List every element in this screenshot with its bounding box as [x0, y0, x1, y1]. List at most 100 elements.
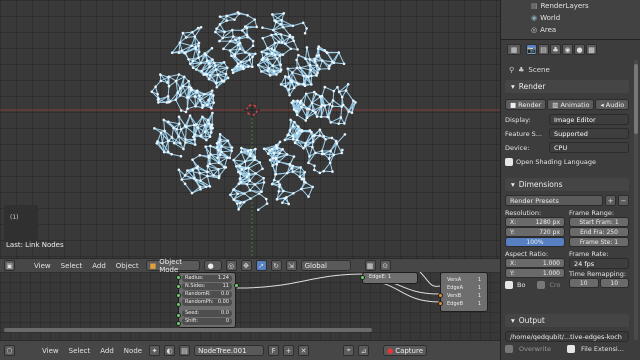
editor-type-icon[interactable]: ⬡: [4, 345, 15, 356]
properties-menu-icon[interactable]: ▦: [507, 44, 521, 55]
frame-rate-dropdown[interactable]: 24 fps: [569, 258, 629, 269]
shader-icon[interactable]: ◐: [164, 345, 176, 356]
menu-view[interactable]: View: [39, 347, 62, 355]
node-socket[interactable]: [176, 321, 181, 326]
node-editor[interactable]: Radius: 1.24 N.Sides: 11 RandomR: 0.0 Rando…: [0, 272, 500, 340]
file-extension-checkbox[interactable]: [566, 345, 575, 353]
translate-icon[interactable]: ↗: [255, 260, 267, 271]
node-field[interactable]: EdgeA 1: [444, 285, 484, 292]
node-field[interactable]: Seed: 0.0: [182, 310, 232, 317]
node-field[interactable]: EdgeE: 1: [366, 274, 414, 281]
frame-start-field[interactable]: Start Fram: 1: [569, 217, 629, 227]
node-editor-hscroll[interactable]: [4, 328, 372, 332]
node-field[interactable]: N.Sides: 11: [182, 283, 232, 290]
frame-end-field[interactable]: End Fra: 250: [569, 227, 629, 237]
aspect-y-field[interactable]: Y: 1.000: [505, 268, 565, 278]
new-tree-icon[interactable]: +: [283, 345, 295, 356]
node-field[interactable]: EdgeB 1: [444, 301, 484, 308]
node-socket[interactable]: [234, 283, 239, 288]
remap-old-field[interactable]: 10: [569, 278, 599, 288]
orientation-dropdown[interactable]: Global: [300, 260, 351, 271]
border-checkbox[interactable]: [505, 281, 513, 289]
output-panel-header[interactable]: ▾ Output: [505, 314, 629, 327]
node-socket[interactable]: [438, 293, 443, 298]
node-field[interactable]: Shift: 0: [182, 318, 232, 325]
node-socket[interactable]: [176, 302, 181, 307]
pin-icon[interactable]: ⚲: [509, 66, 514, 74]
render-button[interactable]: ■ Render: [505, 99, 547, 110]
menu-object[interactable]: Object: [113, 262, 142, 270]
feature-set-dropdown[interactable]: Supported: [549, 128, 629, 139]
overwrite-checkbox[interactable]: [505, 345, 513, 353]
menu-select[interactable]: Select: [66, 347, 94, 355]
animation-button[interactable]: ▥ Animatio: [547, 99, 595, 110]
pin-icon[interactable]: ⊿: [358, 345, 370, 356]
node-socket[interactable]: [438, 301, 443, 306]
layers-icon[interactable]: ▦: [364, 260, 376, 271]
device-dropdown[interactable]: CPU: [549, 142, 629, 153]
texture-icon[interactable]: ▤: [179, 345, 191, 356]
scale-icon[interactable]: ⇲: [285, 260, 297, 271]
node-tree-icon[interactable]: ✦: [149, 345, 161, 356]
resolution-percent-slider[interactable]: 100%: [505, 237, 565, 247]
resolution-x-field[interactable]: X: 1280 px: [505, 217, 565, 227]
viewport-shading-dropdown[interactable]: ●: [203, 260, 222, 271]
node-socket[interactable]: [176, 275, 181, 280]
close-icon[interactable]: ✕: [298, 345, 310, 356]
texture-tab-icon[interactable]: ▩: [586, 44, 597, 55]
menu-add[interactable]: Add: [97, 347, 117, 355]
outliner[interactable]: ▤ RenderLayers ◉ World ◎ Area: [501, 0, 640, 40]
world-tab-icon[interactable]: ◉: [562, 44, 573, 55]
node-output[interactable]: VersA 1 EdgeA 1 VersB 1 EdgeB 1: [438, 272, 488, 312]
last-operator-label[interactable]: Last: Link Nodes: [6, 241, 64, 249]
node-field[interactable]: VersB 1: [444, 293, 484, 300]
menu-node[interactable]: Node: [121, 347, 145, 355]
node-edge[interactable]: EdgeE: 1: [360, 272, 418, 284]
node-field[interactable]: RandomPh: 0.00: [182, 299, 232, 306]
scene-tab-icon[interactable]: ♣: [550, 44, 561, 55]
render-tab-icon[interactable]: 📷: [526, 44, 537, 55]
render-panel-header[interactable]: ▾ Render: [505, 80, 629, 93]
crop-checkbox[interactable]: [537, 281, 546, 289]
aspect-x-field[interactable]: X: 1.000: [505, 258, 565, 268]
remove-preset-icon[interactable]: −: [618, 195, 629, 206]
outliner-item[interactable]: ◉ World: [531, 13, 560, 23]
resolution-y-field[interactable]: Y: 720 px: [505, 227, 565, 237]
snap-icon[interactable]: ⌖: [343, 345, 355, 356]
outliner-item[interactable]: ◎ Area: [531, 25, 556, 35]
editor-type-icon[interactable]: ▣: [4, 260, 15, 271]
menu-view[interactable]: View: [31, 262, 54, 270]
properties-scrollbar[interactable]: [634, 60, 638, 340]
capture-button[interactable]: ● Capture: [383, 345, 428, 356]
node-tree-name[interactable]: NodeTree.001: [194, 345, 265, 356]
object-tab-icon[interactable]: ●: [574, 44, 585, 55]
node-socket[interactable]: [176, 313, 181, 318]
lock-icon[interactable]: ⊙: [379, 260, 391, 271]
node-field[interactable]: RandomR: 0.0: [182, 291, 232, 298]
fake-user-icon[interactable]: F: [268, 345, 280, 356]
dimensions-panel-header[interactable]: ▾ Dimensions: [505, 178, 629, 191]
pivot-icon[interactable]: ◎: [225, 260, 237, 271]
node-socket[interactable]: [360, 275, 365, 280]
node-socket[interactable]: [176, 284, 181, 289]
audio-button[interactable]: ◂ Audio: [595, 99, 630, 110]
osl-checkbox[interactable]: [505, 158, 513, 166]
menu-select[interactable]: Select: [58, 262, 86, 270]
output-path-field[interactable]: /home/qedqubit/...tive-edges-koch: [505, 331, 629, 342]
node-field[interactable]: VersA 1: [444, 277, 484, 284]
3d-viewport[interactable]: Last: Link Nodes (1): [0, 0, 500, 258]
remap-new-field[interactable]: 10: [599, 278, 629, 288]
mesh-object[interactable]: [0, 0, 500, 258]
render-presets-dropdown[interactable]: Render Presets: [505, 195, 603, 206]
node-socket[interactable]: [176, 293, 181, 298]
menu-add[interactable]: Add: [89, 262, 109, 270]
node-field[interactable]: Radius: 1.24: [182, 275, 232, 282]
add-preset-icon[interactable]: +: [605, 195, 616, 206]
render-layers-tab-icon[interactable]: ▤: [538, 44, 549, 55]
display-dropdown[interactable]: Image Editor: [549, 114, 629, 125]
outliner-item[interactable]: ▤ RenderLayers: [531, 1, 589, 11]
frame-step-field[interactable]: Frame Ste: 1: [569, 237, 629, 247]
node-polygon[interactable]: Radius: 1.24 N.Sides: 11 RandomR: 0.0 Rando…: [176, 272, 239, 328]
transform-manip-icon[interactable]: ✥: [240, 260, 252, 271]
rotate-icon[interactable]: ↻: [270, 260, 282, 271]
